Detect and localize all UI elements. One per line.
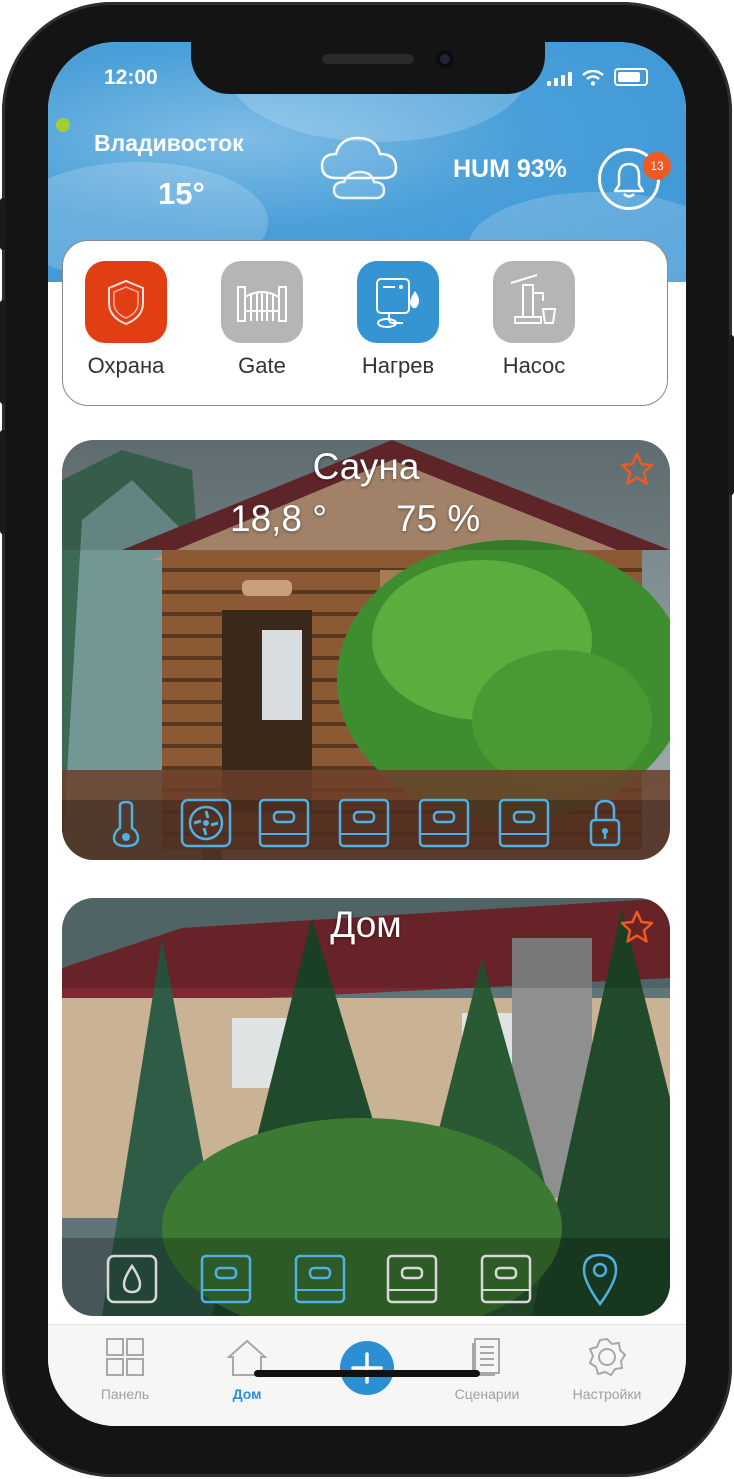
online-indicator bbox=[56, 118, 70, 132]
tab-panel[interactable]: Панель bbox=[70, 1337, 180, 1402]
shield-icon bbox=[108, 279, 144, 326]
status-icons bbox=[547, 68, 648, 86]
switch-icon[interactable] bbox=[386, 1254, 438, 1304]
quick-actions-panel: Охрана Gate Нагрев Насос bbox=[62, 240, 668, 406]
outdoor-temperature: 15° bbox=[158, 176, 205, 211]
quick-action-security[interactable]: Охрана bbox=[85, 261, 167, 379]
wifi-icon bbox=[582, 70, 604, 86]
outdoor-humidity: HUM 93% bbox=[453, 155, 567, 183]
switch-icon[interactable] bbox=[294, 1254, 346, 1304]
tab-settings[interactable]: Настройки bbox=[552, 1337, 662, 1402]
grid-icon bbox=[106, 1338, 144, 1376]
pump-icon bbox=[510, 274, 557, 324]
security-tile bbox=[85, 261, 167, 343]
location-pin-icon[interactable] bbox=[580, 1252, 620, 1306]
fan-icon[interactable] bbox=[180, 798, 232, 848]
favorite-star-icon[interactable] bbox=[620, 452, 654, 486]
heating-tile bbox=[357, 261, 439, 343]
switch-icon[interactable] bbox=[200, 1254, 252, 1304]
room-card-house[interactable]: Дом bbox=[62, 898, 670, 1316]
speaker bbox=[322, 54, 414, 64]
switch-icon[interactable] bbox=[258, 798, 310, 848]
switch-icon[interactable] bbox=[498, 798, 550, 848]
gear-icon bbox=[588, 1337, 627, 1377]
quick-action-label: Охрана bbox=[87, 353, 165, 378]
quick-action-pump[interactable]: Насос bbox=[493, 261, 575, 379]
quick-action-heating[interactable]: Нагрев bbox=[357, 261, 439, 379]
side-button-volume-up bbox=[0, 300, 6, 404]
favorite-star-icon[interactable] bbox=[620, 910, 654, 944]
switch-icon[interactable] bbox=[480, 1254, 532, 1304]
lock-icon[interactable] bbox=[588, 798, 622, 848]
notifications-badge: 13 bbox=[643, 152, 671, 180]
signal-icon bbox=[547, 72, 572, 86]
home-indicator[interactable] bbox=[254, 1370, 480, 1377]
side-button-power bbox=[728, 335, 734, 495]
quick-action-label: Нагрев bbox=[361, 353, 435, 378]
status-time: 12:00 bbox=[104, 66, 158, 89]
sauna-device-row bbox=[62, 796, 670, 852]
bell-icon bbox=[614, 162, 644, 198]
tab-label: Дом bbox=[232, 1386, 262, 1402]
pump-tile bbox=[493, 261, 575, 343]
room-card-sauna[interactable]: Сауна 18,8 ° 75 % bbox=[62, 440, 670, 860]
quick-action-label: Насос bbox=[502, 353, 566, 378]
cloud-icon bbox=[320, 136, 398, 200]
screen: 12:00 Владивосток 15° HUM 93% 13 Охрана … bbox=[48, 42, 686, 1426]
house-device-row bbox=[62, 1252, 670, 1308]
switch-icon[interactable] bbox=[338, 798, 390, 848]
tab-label: Панель bbox=[100, 1386, 150, 1402]
sauna-temperature: 18,8 ° bbox=[230, 498, 328, 539]
side-button-mute bbox=[0, 198, 6, 250]
card-title: Дом bbox=[330, 904, 402, 945]
front-camera bbox=[436, 50, 454, 68]
quick-action-gate[interactable]: Gate bbox=[221, 261, 303, 379]
thermometer-icon[interactable] bbox=[108, 800, 144, 848]
gate-tile bbox=[221, 261, 303, 343]
tab-label: Сценарии bbox=[454, 1386, 520, 1402]
notch bbox=[191, 42, 545, 94]
add-button[interactable] bbox=[340, 1341, 394, 1395]
tab-label: Настройки bbox=[572, 1386, 642, 1402]
gate-icon bbox=[237, 286, 287, 322]
sauna-humidity: 75 % bbox=[396, 498, 481, 539]
city-name: Владивосток bbox=[94, 130, 244, 156]
plus-icon bbox=[351, 1352, 383, 1384]
switch-icon[interactable] bbox=[418, 798, 470, 848]
side-button-volume-down bbox=[0, 430, 6, 534]
heater-icon bbox=[376, 278, 419, 328]
card-title: Сауна bbox=[312, 446, 420, 487]
battery-icon bbox=[614, 68, 648, 86]
water-leak-icon[interactable] bbox=[106, 1254, 158, 1304]
quick-action-label: Gate bbox=[238, 353, 286, 378]
